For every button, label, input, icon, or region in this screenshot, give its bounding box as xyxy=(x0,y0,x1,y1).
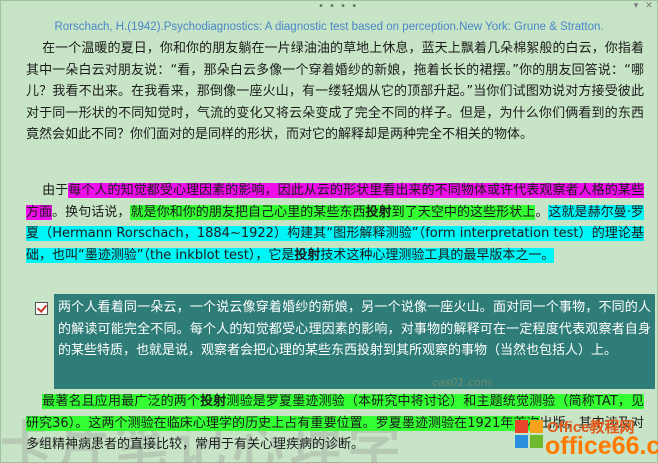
office-logo-icon xyxy=(515,420,543,448)
note-box: 两个人看着同一朵云，一个说云像穿着婚纱的新娘，另一个说像一座火山。面对同一个事物… xyxy=(54,294,655,389)
logo-domain: office66.cn xyxy=(545,432,658,460)
citation: Rorschach, H.(1942).Psychodiagnostics: A… xyxy=(54,21,604,33)
site-logo: Office教程网 office66.cn xyxy=(515,412,658,460)
note-checkbox-icon[interactable] xyxy=(35,302,48,315)
paragraph-highlighted: 由于每个人的知觉都受心理因素的影响，因此从云的形状里看出来的不同物体或许代表观察… xyxy=(26,183,644,263)
watermark-url: cas01.com xyxy=(432,376,492,389)
close-icon[interactable]: ✕ xyxy=(644,1,654,11)
menu-icon[interactable]: ▾ xyxy=(631,1,641,11)
drag-grip-icon[interactable]: • • • • xyxy=(318,2,358,12)
paragraph-intro: 在一个温暖的夏日，你和你的朋友躺在一片绿油油的草地上休息，蓝天上飘着几朵棉絮般的… xyxy=(26,41,644,142)
highlight-green: 就是你和你的朋友把自己心里的某些东西投射到了天空中的这些形状上 xyxy=(130,204,536,220)
